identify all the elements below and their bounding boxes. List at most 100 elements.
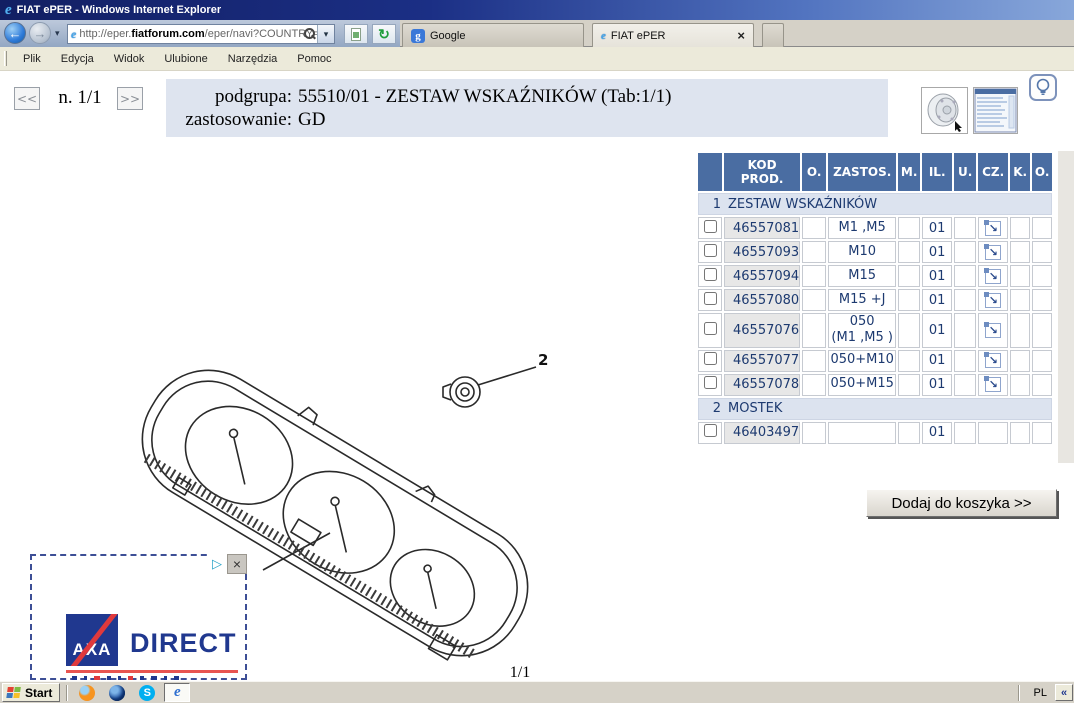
cell — [802, 422, 826, 444]
part-preview-icon[interactable]: ↘ — [985, 269, 1001, 284]
cell — [1010, 313, 1030, 348]
new-tab-stub[interactable] — [762, 23, 784, 47]
adchoices-icon[interactable]: ▷ — [207, 554, 227, 574]
callout-label-2: 2 — [538, 351, 548, 369]
select-cell — [698, 313, 722, 348]
ad-brand-word: DIRECT — [130, 628, 237, 659]
menu-item-pomoc[interactable]: Pomoc — [287, 50, 341, 68]
start-label: Start — [25, 686, 52, 700]
application-value: GD — [298, 109, 888, 131]
back-button[interactable]: ← — [4, 22, 26, 44]
parts-list-thumbnail[interactable] — [973, 87, 1018, 134]
part-preview-icon[interactable]: ↘ — [985, 353, 1001, 368]
col-header-kodprod: KOD PROD. — [724, 153, 800, 191]
cell — [1032, 422, 1052, 444]
ad-close-icon[interactable]: × — [227, 554, 247, 574]
row-checkbox[interactable] — [704, 220, 717, 233]
row-checkbox[interactable] — [704, 376, 717, 389]
table-row: 46557080M15 +J01↘ — [698, 289, 1052, 311]
cell — [802, 265, 826, 287]
refresh-button[interactable]: ↻ — [372, 24, 396, 44]
row-checkbox[interactable] — [704, 292, 717, 305]
drawing-page-indicator: 1/1 — [480, 664, 560, 682]
menu-item-ulubione[interactable]: Ulubione — [154, 50, 217, 68]
menu-item-edycja[interactable]: Edycja — [51, 50, 104, 68]
address-bar[interactable]: e http://eper.fiatforum.com/eper/navi?CO… — [67, 24, 335, 44]
cell — [954, 265, 976, 287]
search-icon[interactable] — [301, 25, 317, 43]
section-name: ZESTAW WSKAŹNIKÓW — [728, 197, 877, 212]
col-header-o: O. — [802, 153, 826, 191]
application-label: zastosowanie: — [166, 109, 298, 131]
table-row: 4640349701 — [698, 422, 1052, 444]
row-checkbox[interactable] — [704, 244, 717, 257]
system-tray: PL « — [1012, 684, 1074, 701]
compatibility-view-button[interactable] — [344, 24, 368, 44]
parts-table: KOD PROD.O.ZASTOS.M.IL.U.CZ.K.O.1ZESTAW … — [696, 151, 1054, 446]
next-table-button[interactable]: >> — [117, 87, 143, 110]
tab-label: FIAT ePER — [611, 30, 666, 42]
part-preview-icon[interactable]: ↘ — [985, 323, 1001, 338]
quick-launch-blue-globe-icon[interactable] — [104, 683, 130, 702]
tab-google[interactable]: gGoogle — [402, 23, 584, 47]
wheel-thumbnail[interactable] — [921, 87, 968, 134]
add-to-cart-button[interactable]: Dodaj do koszyka >> — [866, 489, 1057, 517]
zastos-cell — [828, 422, 896, 444]
row-checkbox[interactable] — [704, 352, 717, 365]
cell: ↘ — [978, 313, 1008, 348]
part-code: 46557080 — [724, 289, 800, 311]
ad-banner[interactable]: ▷ × AXA DIRECT — [30, 554, 247, 680]
ie-logo-icon: e — [5, 2, 12, 19]
forward-button[interactable]: → — [29, 22, 51, 44]
refresh-icon: ↻ — [378, 27, 390, 41]
part-code: 46557077 — [724, 350, 800, 372]
tab-fiat-eper[interactable]: eFIAT ePER× — [592, 23, 754, 47]
part-code: 46557081 — [724, 217, 800, 239]
cell — [1010, 422, 1030, 444]
quantity-cell: 01 — [922, 313, 952, 348]
col-header-o: O. — [1032, 153, 1052, 191]
part-preview-icon[interactable]: ↘ — [985, 221, 1001, 236]
part-code: 46557094 — [724, 265, 800, 287]
part-preview-icon[interactable]: ↘ — [985, 245, 1001, 260]
cell — [898, 241, 920, 263]
row-checkbox[interactable] — [704, 322, 717, 335]
section-index: 2 — [699, 401, 721, 416]
tray-divider — [1018, 685, 1020, 701]
language-indicator[interactable]: PL — [1026, 687, 1055, 699]
cell — [898, 350, 920, 372]
cell — [1010, 289, 1030, 311]
cell: ↘ — [978, 289, 1008, 311]
cell — [1032, 350, 1052, 372]
tab-close-icon[interactable]: × — [737, 28, 745, 43]
section-cell: 1ZESTAW WSKAŹNIKÓW — [698, 193, 1052, 215]
menu-item-plik[interactable]: Plik — [13, 50, 51, 68]
start-button[interactable]: Start — [2, 683, 60, 702]
menu-item-narzędzia[interactable]: Narzędzia — [218, 50, 288, 68]
quick-launch-firefox-icon[interactable] — [74, 683, 100, 702]
row-checkbox[interactable] — [704, 268, 717, 281]
quick-launch: Se — [74, 683, 190, 702]
table-row: 46557094M1501↘ — [698, 265, 1052, 287]
tray-chevron-icon[interactable]: « — [1055, 684, 1073, 701]
menu-item-widok[interactable]: Widok — [104, 50, 155, 68]
part-preview-icon[interactable]: ↘ — [985, 377, 1001, 392]
cell — [954, 350, 976, 372]
address-dropdown-button[interactable]: ▾ — [317, 25, 334, 43]
prev-table-button[interactable]: << — [14, 87, 40, 110]
cell — [898, 265, 920, 287]
history-dropdown-icon[interactable]: ▾ — [55, 28, 60, 39]
zastos-cell: M15 +J — [828, 289, 896, 311]
row-checkbox[interactable] — [704, 424, 717, 437]
axa-logo: AXA — [66, 614, 118, 666]
tab-label: Google — [430, 30, 465, 42]
hint-bulb-icon[interactable] — [1029, 74, 1057, 101]
quick-launch-internet-explorer-icon[interactable]: e — [164, 683, 190, 702]
table-counter: n. 1/1 — [46, 87, 114, 109]
table-scroll-track[interactable] — [1058, 151, 1074, 463]
quick-launch-skype-icon[interactable]: S — [134, 683, 160, 702]
quantity-cell: 01 — [922, 217, 952, 239]
ad-clipped-text — [72, 676, 179, 680]
cell — [1010, 374, 1030, 396]
part-preview-icon[interactable]: ↘ — [985, 293, 1001, 308]
